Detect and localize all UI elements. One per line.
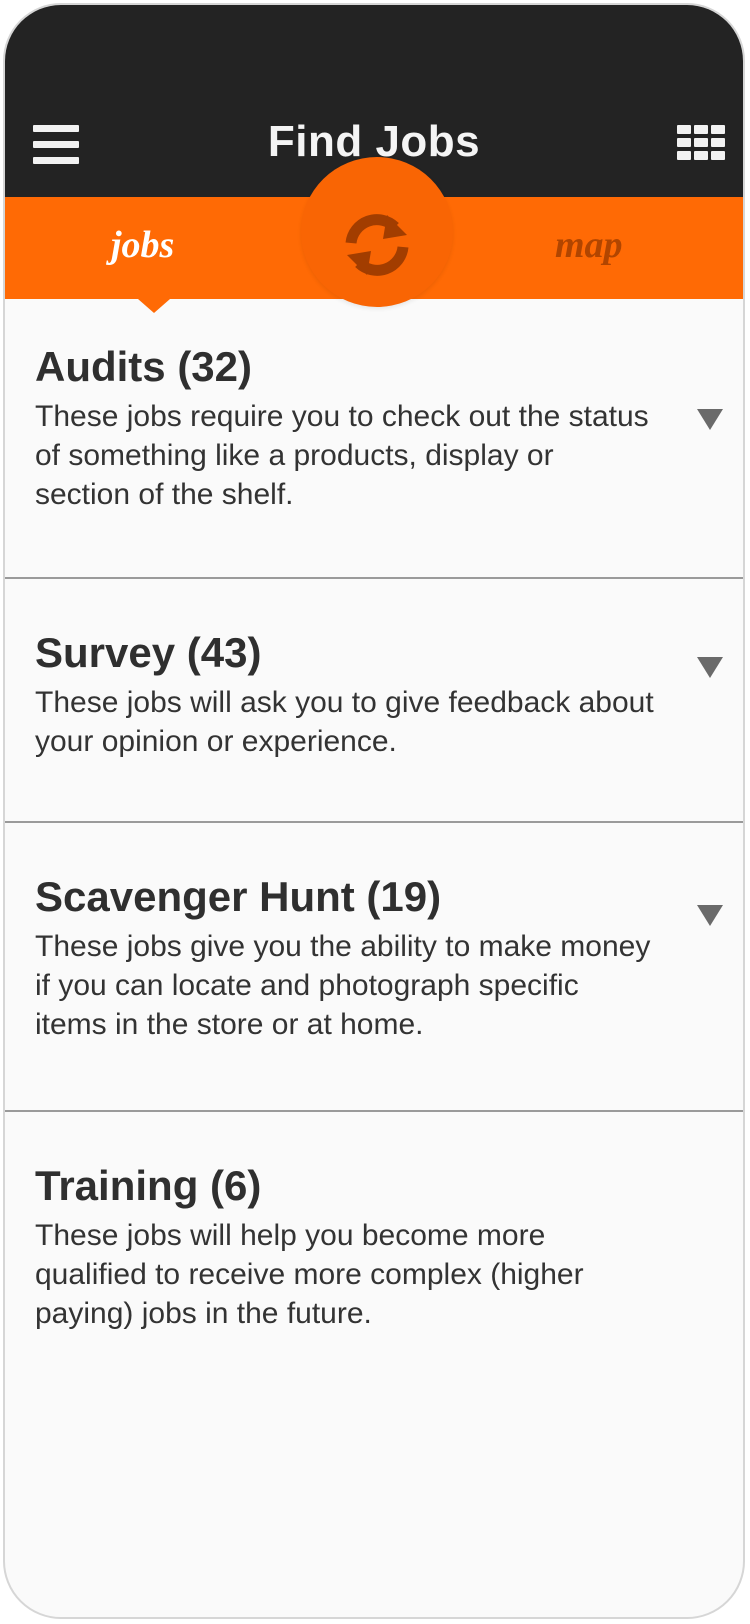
category-title: Scavenger Hunt (19) [35, 873, 442, 920]
category-title: Survey (43) [35, 629, 262, 676]
category-title: Training (6) [35, 1162, 262, 1209]
expand-caret-icon[interactable] [697, 905, 723, 926]
category-description: These jobs will ask you to give feedback… [35, 686, 654, 758]
refresh-icon [345, 214, 409, 276]
category-survey[interactable]: Survey (43) These jobs will ask you to g… [5, 579, 743, 823]
category-scavenger-hunt[interactable]: Scavenger Hunt (19) These jobs give you … [5, 823, 743, 1111]
category-training[interactable]: Training (6) These jobs will help you be… [5, 1112, 743, 1412]
category-title: Audits (32) [35, 343, 253, 390]
phone-screen: Find Jobs jobs map Audits (32) These job… [3, 3, 745, 1619]
tab-map[interactable]: map [555, 223, 623, 267]
expand-caret-icon[interactable] [697, 409, 723, 430]
refresh-button[interactable] [301, 157, 453, 307]
category-description: These jobs give you the ability to make … [35, 930, 651, 1041]
tab-jobs[interactable]: jobs [111, 223, 174, 267]
category-description: These jobs will help you become more qua… [35, 1219, 584, 1330]
expand-caret-icon[interactable] [697, 657, 723, 678]
grid-list-icon[interactable] [677, 125, 725, 167]
category-description: These jobs require you to check out the … [35, 400, 649, 511]
category-audits[interactable]: Audits (32) These jobs require you to ch… [5, 299, 743, 575]
